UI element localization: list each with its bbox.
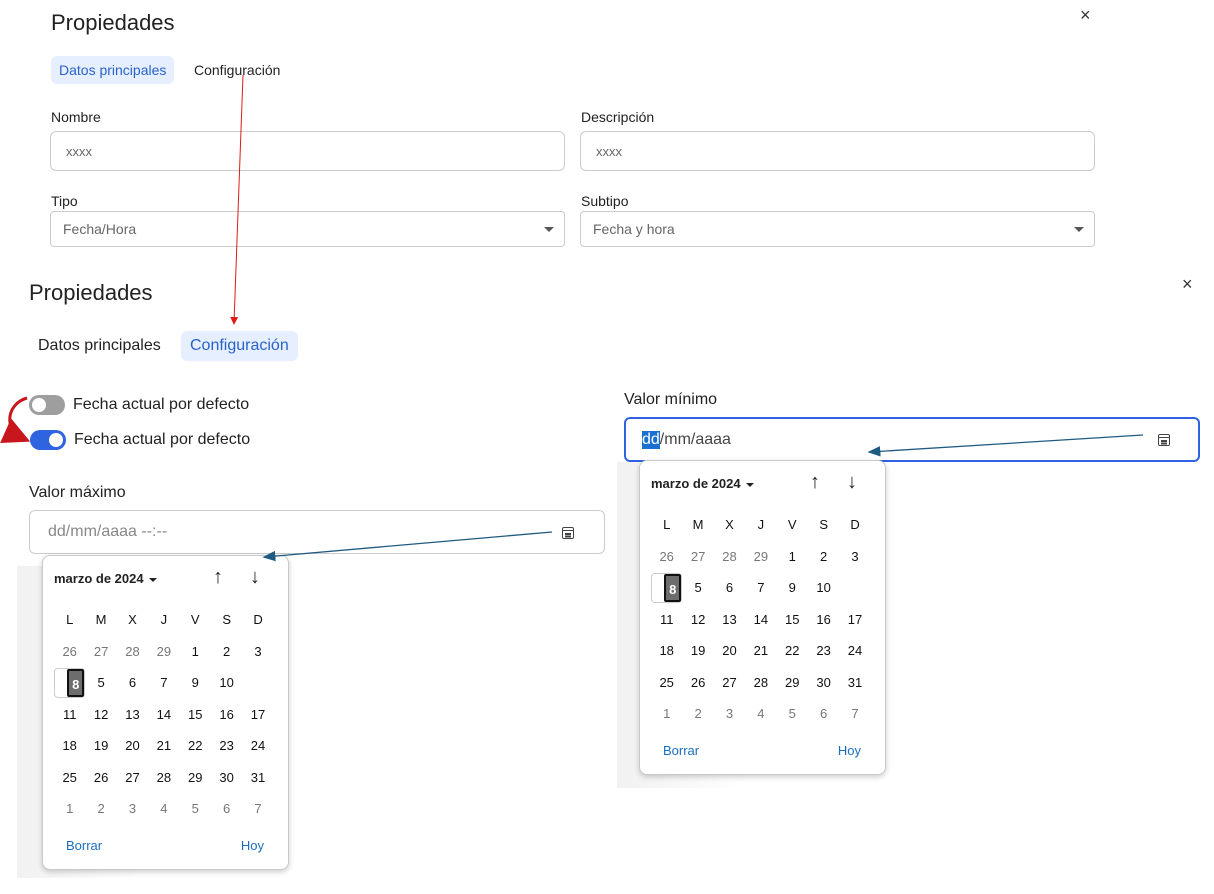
curved-red-arrow	[0, 396, 31, 443]
annotation-arrows	[0, 74, 1144, 562]
blue-arrow	[867, 434, 1144, 457]
red-arrow	[230, 74, 244, 325]
blue-arrow	[262, 531, 553, 562]
